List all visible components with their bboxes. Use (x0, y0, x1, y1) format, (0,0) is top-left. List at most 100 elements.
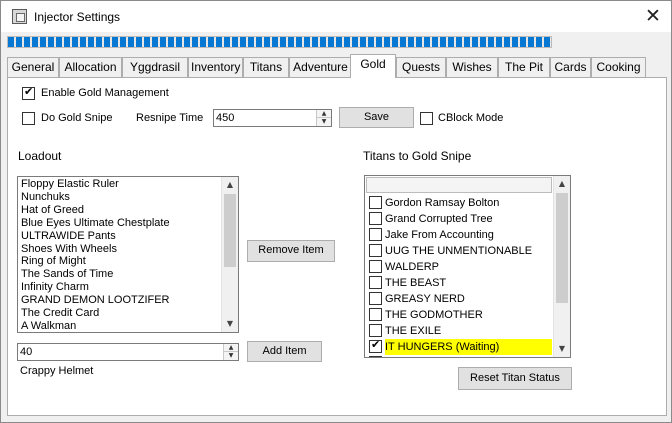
enable-gold-label: Enable Gold Management (41, 87, 169, 99)
gold-tab-panel: Enable Gold Management Do Gold Snipe Res… (7, 77, 667, 416)
titan-row[interactable]: WALDERP (366, 259, 552, 275)
spin-down-icon[interactable]: ▼ (224, 352, 238, 360)
title-bar[interactable]: Injector Settings ✕ (1, 1, 671, 32)
titans-scrollbar[interactable]: ▲ ▼ (553, 176, 570, 357)
close-icon[interactable]: ✕ (635, 4, 671, 29)
titans-checked-list[interactable]: Gordon Ramsay Bolton Grand Corrupted Tree… (364, 175, 571, 358)
do-gold-snipe-label: Do Gold Snipe (41, 112, 113, 124)
cblock-mode-label: CBlock Mode (438, 112, 504, 124)
tab-inventory[interactable]: Inventory (188, 57, 243, 77)
list-item[interactable]: A Walkman (21, 320, 76, 332)
scroll-thumb[interactable] (556, 193, 568, 303)
titan-label: Jake From Accounting (385, 229, 494, 241)
selected-item-name: Crappy Helmet (20, 365, 94, 377)
resnipe-time-label: Resnipe Time (136, 112, 204, 124)
titan-label: WALDERP (385, 261, 439, 273)
tab-the-pit[interactable]: The Pit (498, 57, 550, 77)
titan-checkbox[interactable] (369, 324, 382, 337)
titan-row[interactable]: ROCK LOBSTER (366, 355, 552, 357)
titan-row[interactable]: THE EXILE (366, 323, 552, 339)
spin-up-icon[interactable]: ▲ (224, 344, 238, 352)
tab-quests[interactable]: Quests (396, 57, 446, 77)
list-item[interactable]: The Credit Card (21, 307, 99, 320)
titan-label: GREASY NERD (385, 293, 465, 305)
tab-adventure[interactable]: Adventure (289, 57, 352, 77)
injector-settings-window: Injector Settings ✕ General Allocation Y… (0, 0, 672, 423)
titan-label: Gordon Ramsay Bolton (385, 197, 500, 209)
tab-strip: General Allocation Yggdrasil Inventory T… (7, 54, 667, 78)
titan-row[interactable]: THE GODMOTHER (366, 307, 552, 323)
titan-checkbox[interactable] (369, 244, 382, 257)
titan-checkbox[interactable] (369, 228, 382, 241)
titan-label: Grand Corrupted Tree (385, 213, 493, 225)
list-item[interactable]: Shoes With Wheels (21, 243, 117, 256)
titans-list-header (366, 177, 552, 193)
tab-gold[interactable]: Gold (350, 54, 396, 78)
tab-wishes[interactable]: Wishes (446, 57, 498, 77)
window-title: Injector Settings (34, 10, 121, 24)
titan-checkbox[interactable] (369, 276, 382, 289)
titan-label: THE EXILE (385, 325, 442, 337)
do-gold-snipe-checkbox[interactable] (22, 112, 35, 125)
titan-label: IT HUNGERS (Waiting) (385, 339, 552, 355)
tab-yggdrasil[interactable]: Yggdrasil (122, 57, 188, 77)
progress-bar (7, 36, 552, 48)
resnipe-spinner[interactable]: ▲ ▼ (316, 110, 331, 126)
tab-general[interactable]: General (7, 57, 59, 77)
progress-fill (8, 37, 551, 47)
titan-checkbox[interactable] (369, 292, 382, 305)
titan-checkbox[interactable] (369, 338, 382, 353)
scroll-down-icon[interactable]: ▼ (222, 316, 238, 332)
loadout-scrollbar[interactable]: ▲ ▼ (221, 177, 238, 332)
titan-row[interactable]: THE BEAST (366, 275, 552, 291)
item-id-input[interactable]: 40 ▲ ▼ (17, 343, 239, 361)
loadout-listbox[interactable]: Floppy Elastic Ruler Nunchuks Hat of Greed… (17, 176, 239, 333)
titan-label: ROCK LOBSTER (385, 355, 475, 357)
list-item[interactable]: The Sands of Time (21, 268, 113, 281)
spin-up-icon[interactable]: ▲ (317, 110, 331, 118)
list-item[interactable]: Ring of Might (21, 255, 86, 268)
titan-checkbox[interactable] (369, 260, 382, 273)
item-id-value: 40 (20, 346, 33, 358)
titan-row[interactable]: Jake From Accounting (366, 227, 552, 243)
list-item[interactable]: Nunchuks (21, 191, 70, 204)
titan-row[interactable]: IT HUNGERS (Waiting) (366, 338, 552, 355)
add-item-button[interactable]: Add Item (247, 341, 322, 362)
titan-row[interactable]: UUG THE UNMENTIONABLE (366, 243, 552, 259)
titan-row[interactable]: Gordon Ramsay Bolton (366, 195, 552, 211)
titan-checkbox[interactable] (369, 212, 382, 225)
reset-titan-status-button[interactable]: Reset Titan Status (458, 367, 572, 390)
list-item[interactable]: Floppy Elastic Ruler (21, 178, 119, 191)
titans-heading: Titans to Gold Snipe (363, 149, 472, 163)
cblock-mode-checkbox[interactable] (420, 112, 433, 125)
tab-titans[interactable]: Titans (243, 57, 289, 77)
scroll-down-icon[interactable]: ▼ (554, 341, 570, 357)
titan-row[interactable]: Grand Corrupted Tree (366, 211, 552, 227)
tab-cards[interactable]: Cards (550, 57, 591, 77)
titan-checkbox[interactable] (369, 308, 382, 321)
item-id-spinner[interactable]: ▲ ▼ (223, 344, 238, 360)
tab-cooking[interactable]: Cooking (591, 57, 646, 77)
app-window-icon (12, 9, 27, 24)
resnipe-time-value: 450 (216, 112, 235, 124)
list-item[interactable]: Blue Eyes Ultimate Chestplate (21, 217, 170, 230)
titan-row[interactable]: GREASY NERD (366, 291, 552, 307)
enable-gold-checkbox[interactable] (22, 85, 35, 100)
list-item[interactable]: GRAND DEMON LOOTZIFER (21, 294, 170, 307)
titan-label: THE BEAST (385, 277, 447, 289)
scroll-up-icon[interactable]: ▲ (222, 177, 238, 193)
list-item[interactable]: ULTRAWIDE Pants (21, 230, 116, 243)
scroll-thumb[interactable] (224, 194, 236, 267)
scroll-up-icon[interactable]: ▲ (554, 176, 570, 192)
loadout-heading: Loadout (18, 149, 62, 163)
list-item[interactable]: Infinity Charm (21, 281, 89, 294)
tab-allocation[interactable]: Allocation (59, 57, 122, 77)
titan-checkbox[interactable] (369, 196, 382, 209)
resnipe-time-input[interactable]: 450 ▲ ▼ (213, 109, 332, 127)
titan-checkbox[interactable] (369, 356, 382, 357)
titan-label: UUG THE UNMENTIONABLE (385, 245, 533, 257)
spin-down-icon[interactable]: ▼ (317, 118, 331, 126)
save-button[interactable]: Save (339, 107, 414, 128)
list-item[interactable]: Hat of Greed (21, 204, 84, 217)
remove-item-button[interactable]: Remove Item (247, 240, 335, 262)
